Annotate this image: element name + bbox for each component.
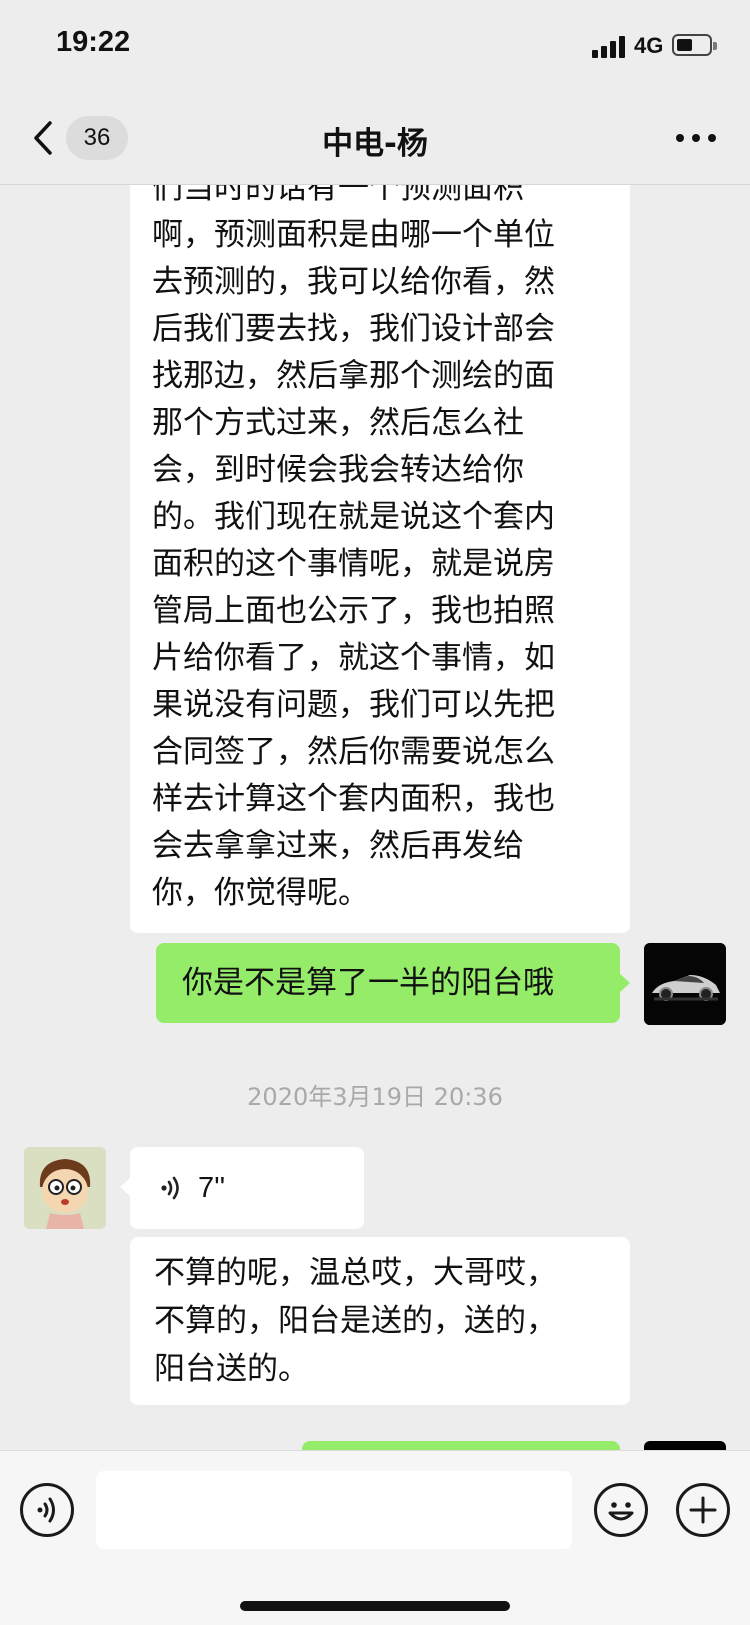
message-line: 的。我们现在就是说这个套内	[152, 499, 555, 535]
signal-icon	[592, 34, 626, 58]
message-line: 片给你看了，就这个事情，如	[152, 640, 555, 676]
message-input[interactable]	[96, 1471, 572, 1549]
home-indicator[interactable]	[240, 1601, 510, 1611]
incoming-message-reply[interactable]: 不算的呢，温总哎，大哥哎， 不算的，阳台是送的，送的， 阳台送的。	[130, 1237, 630, 1405]
contact-avatar[interactable]	[24, 1147, 106, 1229]
emoji-icon[interactable]	[594, 1483, 648, 1537]
status-time: 19:22	[56, 26, 131, 58]
message-line: 们当时的话有一个预测面积	[152, 185, 524, 206]
my-avatar[interactable]	[644, 943, 726, 1025]
message-list[interactable]: 们当时的话有一个预测面积 啊，预测面积是由哪一个单位 去预测的，我可以给你看，然…	[0, 185, 750, 1450]
message-line: 去预测的，我可以给你看，然	[152, 264, 555, 300]
more-dots-icon[interactable]	[676, 134, 718, 144]
message-line: 会去拿拿过来，然后再发给	[152, 828, 524, 864]
incoming-message-long[interactable]: 们当时的话有一个预测面积 啊，预测面积是由哪一个单位 去预测的，我可以给你看，然…	[130, 185, 630, 933]
plus-icon[interactable]	[676, 1483, 730, 1537]
chat-title: 中电-杨	[322, 126, 428, 162]
chat-header: 36 中电-杨	[0, 92, 750, 185]
voice-message[interactable]: 7''	[120, 1147, 364, 1229]
message-line: 不算的，阳台是送的，送的，	[154, 1303, 557, 1339]
message-line: 管局上面也公示了，我也拍照	[152, 593, 555, 629]
message-line: 那个方式过来，然后怎么社	[152, 405, 524, 441]
message-line: 找那边，然后拿那个测绘的面	[152, 358, 555, 394]
message-line: 样去计算这个套内面积，我也	[152, 781, 555, 817]
outgoing-message-partial[interactable]	[302, 1441, 620, 1450]
outgoing-message-text: 你是不是算了一半的阳台哦	[182, 965, 554, 1001]
incoming-message-text: 们当时的话有一个预测面积 啊，预测面积是由哪一个单位 去预测的，我可以给你看，然…	[152, 185, 608, 933]
message-line: 阳台送的。	[154, 1351, 309, 1387]
my-avatar-partial[interactable]	[644, 1441, 726, 1450]
cartoon-avatar-image	[24, 1147, 106, 1229]
message-line: 不算的呢，温总哎，大哥哎，	[154, 1255, 557, 1291]
message-line: 你，你觉得呢。	[152, 875, 369, 911]
voice-input-icon[interactable]	[20, 1483, 74, 1537]
battery-icon	[672, 34, 717, 56]
message-line: 面积的这个事情呢，就是说房	[152, 546, 555, 582]
message-line: 啊，预测面积是由哪一个单位	[152, 217, 555, 253]
voice-wave-icon	[161, 1176, 179, 1200]
message-timestamp: 2020年3月19日 20:36	[247, 1083, 503, 1111]
voice-duration: 7''	[198, 1172, 226, 1204]
message-line: 后我们要去找，我们设计部会	[152, 311, 555, 347]
message-line: 合同签了，然后你需要说怎么	[152, 734, 555, 770]
outgoing-message[interactable]: 你是不是算了一半的阳台哦	[156, 943, 630, 1023]
message-line: 会，到时候会我会转达给你	[152, 452, 524, 488]
input-bar	[0, 1450, 750, 1625]
status-bar: 19:22 4G	[0, 0, 750, 92]
network-type: 4G	[634, 33, 664, 58]
car-avatar-image	[644, 943, 726, 1025]
message-line: 果说没有问题，我们可以先把	[152, 687, 555, 723]
